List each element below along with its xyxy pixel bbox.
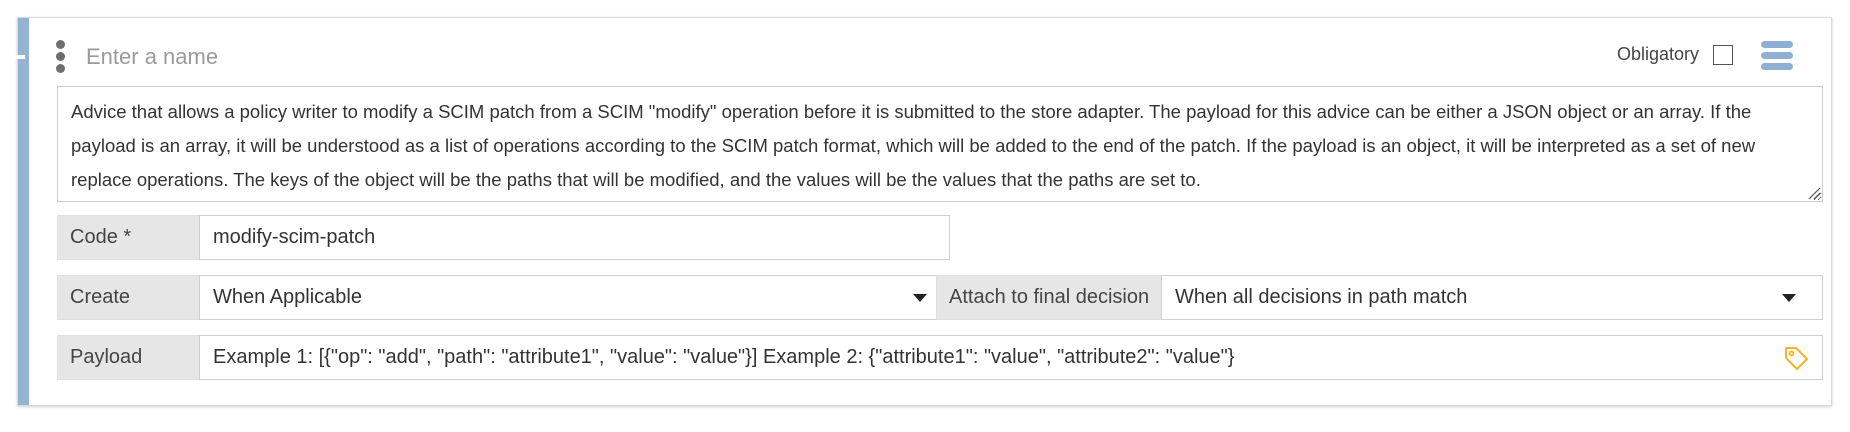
obligatory-label: Obligatory bbox=[1617, 44, 1700, 64]
hamburger-menu-icon[interactable] bbox=[1761, 41, 1793, 71]
code-label: Code * bbox=[57, 215, 200, 260]
code-row: Code * modify-scim-patch bbox=[57, 215, 950, 260]
tag-icon[interactable] bbox=[1783, 345, 1809, 371]
obligatory-checkbox[interactable] bbox=[1713, 45, 1733, 65]
payload-label: Payload bbox=[57, 335, 200, 380]
create-select-value: When Applicable bbox=[213, 286, 362, 308]
advice-accent-bar[interactable] bbox=[15, 18, 29, 405]
chevron-down-icon[interactable] bbox=[1782, 294, 1796, 302]
attach-select[interactable]: When all decisions in path match bbox=[1161, 275, 1823, 320]
code-input[interactable]: modify-scim-patch bbox=[199, 215, 950, 260]
advice-card: Obligatory Advice that allows a policy w… bbox=[15, 17, 1832, 406]
description-textarea[interactable]: Advice that allows a policy writer to mo… bbox=[57, 86, 1823, 202]
resize-grip-icon[interactable] bbox=[1807, 186, 1821, 200]
payload-row: Payload Example 1: [{"op": "add", "path"… bbox=[57, 335, 1823, 380]
create-select[interactable]: When Applicable bbox=[199, 275, 950, 320]
attach-row: Attach to final decision When all decisi… bbox=[936, 275, 1823, 320]
attach-label: Attach to final decision bbox=[936, 275, 1162, 320]
payload-input[interactable]: Example 1: [{"op": "add", "path": "attri… bbox=[199, 335, 1823, 380]
chevron-down-icon[interactable] bbox=[913, 294, 927, 302]
advice-name-input[interactable] bbox=[86, 42, 786, 72]
create-label: Create bbox=[57, 275, 200, 320]
collapse-toggle-icon[interactable] bbox=[15, 55, 25, 59]
attach-select-value: When all decisions in path match bbox=[1175, 286, 1468, 308]
drag-handle-icon[interactable] bbox=[55, 40, 67, 74]
create-row: Create When Applicable bbox=[57, 275, 950, 320]
payload-value: Example 1: [{"op": "add", "path": "attri… bbox=[213, 346, 1235, 368]
